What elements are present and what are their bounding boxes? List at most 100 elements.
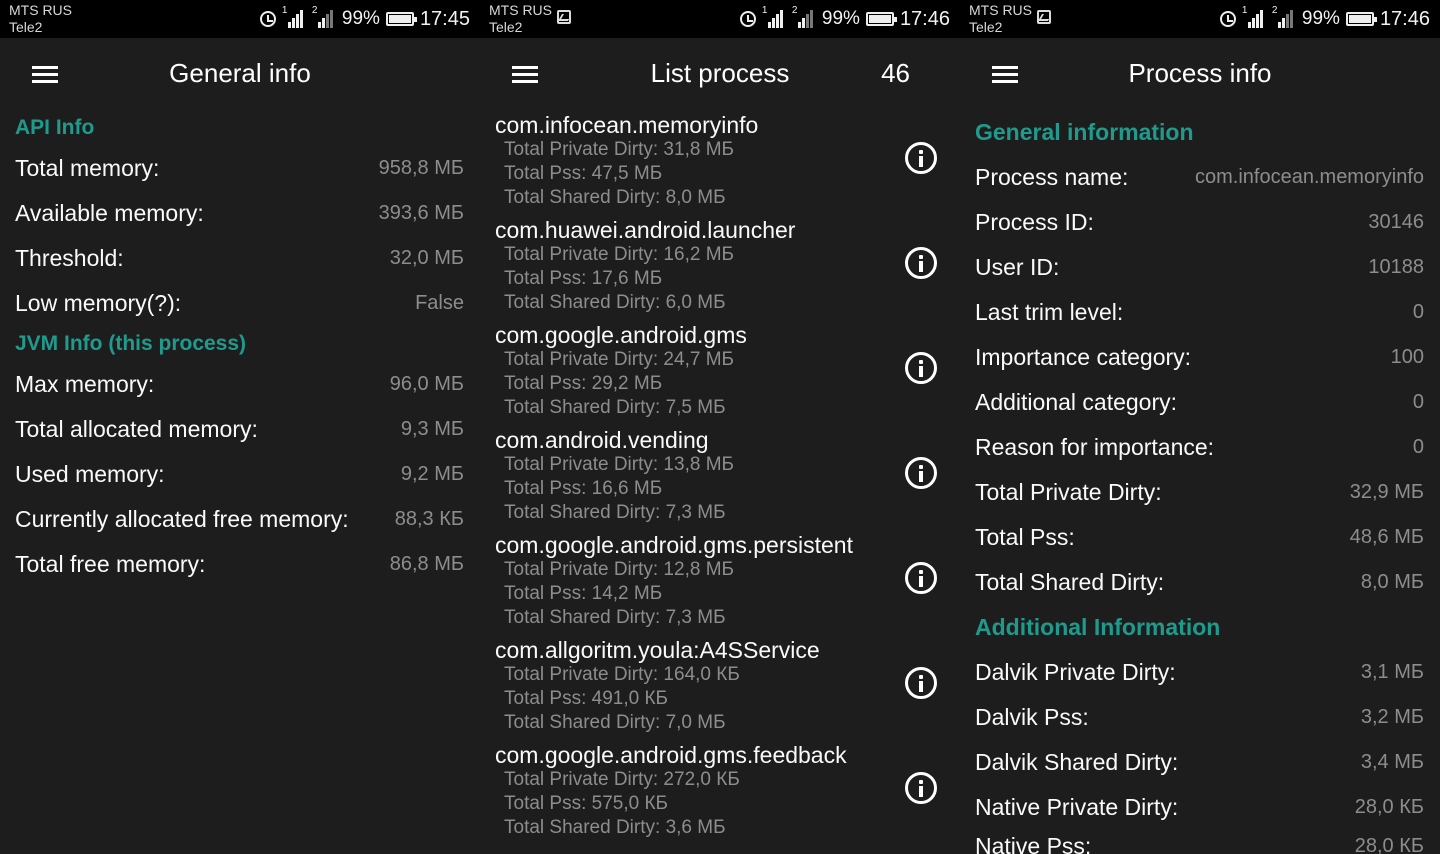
info-icon[interactable] — [905, 562, 937, 594]
process-shared-dirty: Total Shared Dirty: 3,6 МБ — [504, 817, 726, 838]
process-pss: Total Pss: 29,2 МБ — [504, 373, 663, 394]
process-pss: Total Pss: 14,2 МБ — [504, 583, 663, 604]
process-list-item[interactable]: com.infocean.memoryinfo Total Private Di… — [495, 112, 945, 217]
info-row: Process ID: 30146 — [975, 209, 1424, 239]
row-label: Reason for importance: — [975, 434, 1215, 460]
app-bar: List process 46 — [480, 38, 960, 110]
info-icon[interactable] — [905, 352, 937, 384]
info-row: Total free memory: 86,8 МБ — [15, 551, 464, 581]
row-value: 9,2 МБ — [400, 463, 464, 485]
info-row: Reason for importance: 0 — [975, 434, 1424, 464]
signal-sim1-icon: 1 — [1242, 5, 1266, 30]
info-icon[interactable] — [905, 142, 937, 174]
section-heading-jvm-info: JVM Info (this process) — [15, 332, 247, 355]
status-clock: 17:46 — [1379, 7, 1430, 30]
row-label: Total allocated memory: — [15, 416, 258, 442]
process-pss: Total Pss: 491,0 КБ — [504, 688, 669, 709]
info-icon[interactable] — [905, 772, 937, 804]
alarm-icon — [739, 11, 756, 27]
process-name: com.huawei.android.launcher — [495, 217, 796, 243]
process-private-dirty: Total Private Dirty: 16,2 МБ — [504, 244, 734, 265]
process-private-dirty: Total Private Dirty: 12,8 МБ — [504, 559, 734, 580]
signal-sim2-icon: 2 — [792, 5, 816, 30]
signal-sim1-icon: 1 — [762, 5, 786, 30]
info-row: Low memory(?): False — [15, 290, 464, 320]
row-value: 10188 — [1368, 256, 1424, 278]
battery-icon — [865, 12, 897, 26]
row-value: 28,0 КБ — [1354, 796, 1424, 818]
info-row: Total memory: 958,8 МБ — [15, 155, 464, 185]
process-private-dirty: Total Private Dirty: 164,0 КБ — [504, 664, 740, 685]
carrier-primary: MTS RUS — [489, 2, 552, 18]
app-bar: Process info — [960, 38, 1440, 110]
process-list-item[interactable]: com.google.android.gms.persistent Total … — [495, 532, 945, 637]
gallery-notification-icon — [557, 10, 571, 24]
process-private-dirty: Total Private Dirty: 272,0 КБ — [504, 769, 740, 790]
process-list-item[interactable]: com.android.vending Total Private Dirty:… — [495, 427, 945, 532]
battery-percent: 99% — [341, 8, 380, 29]
app-bar: General info — [0, 38, 480, 110]
process-pss: Total Pss: 17,6 МБ — [504, 268, 663, 289]
row-label: Used memory: — [15, 461, 165, 487]
process-list-item[interactable]: com.google.android.gms Total Private Dir… — [495, 322, 945, 427]
process-list-item[interactable]: com.allgoritm.youla:A4SService Total Pri… — [495, 637, 945, 742]
info-row: Max memory: 96,0 МБ — [15, 371, 464, 401]
info-icon[interactable] — [905, 667, 937, 699]
carrier-secondary: Tele2 — [9, 19, 43, 35]
info-row: Dalvik Private Dirty: 3,1 МБ — [975, 659, 1424, 689]
process-name: com.google.android.gms — [495, 322, 747, 348]
row-value: 0 — [1412, 391, 1424, 413]
process-shared-dirty: Total Shared Dirty: 7,3 МБ — [504, 502, 726, 523]
process-name: com.allgoritm.youla:A4SService — [495, 637, 820, 663]
row-value: 30146 — [1368, 211, 1424, 233]
process-name: com.android.vending — [495, 427, 709, 453]
status-bar: MTS RUS Tele2 1 2 99% 17:46 — [480, 0, 960, 38]
row-label: Max memory: — [15, 371, 155, 397]
row-value: 28,0 КБ — [1354, 835, 1424, 854]
info-row: Native Pss: 28,0 КБ — [975, 833, 1424, 854]
row-label: Last trim level: — [975, 299, 1124, 325]
row-value: 32,0 МБ — [389, 247, 464, 269]
info-row: Total Shared Dirty: 8,0 МБ — [975, 569, 1424, 599]
row-value: 48,6 МБ — [1349, 526, 1424, 548]
info-row: Currently allocated free memory: 88,3 КБ — [15, 506, 464, 536]
page-title: Process info — [1128, 58, 1272, 88]
info-icon[interactable] — [905, 457, 937, 489]
info-row: Last trim level: 0 — [975, 299, 1424, 329]
row-value: 9,3 МБ — [400, 418, 464, 440]
carrier-secondary: Tele2 — [969, 19, 1003, 35]
alarm-icon — [259, 11, 276, 27]
section-heading-additional-information: Additional Information — [975, 614, 1221, 640]
gallery-notification-icon — [1037, 10, 1051, 24]
info-icon[interactable] — [905, 247, 937, 279]
row-label: Process name: — [975, 164, 1129, 190]
process-info-screen: MTS RUS Tele2 1 2 99% 17:46 Process info… — [960, 0, 1440, 854]
page-title: General info — [169, 58, 311, 88]
process-list-item[interactable]: com.google.android.gms.feedback Total Pr… — [495, 742, 945, 847]
info-row: User ID: 10188 — [975, 254, 1424, 284]
row-value: 8,0 МБ — [1360, 571, 1424, 593]
row-label: Low memory(?): — [15, 290, 182, 316]
process-pss: Total Pss: 575,0 КБ — [504, 793, 669, 814]
row-value: com.infocean.memoryinfo — [1195, 166, 1424, 188]
row-label: User ID: — [975, 254, 1060, 280]
row-value: 0 — [1412, 436, 1424, 458]
row-label: Additional category: — [975, 389, 1178, 415]
process-private-dirty: Total Private Dirty: 24,7 МБ — [504, 349, 734, 370]
battery-percent: 99% — [1301, 8, 1340, 29]
row-value: 0 — [1412, 301, 1424, 323]
row-value: 3,2 МБ — [1360, 706, 1424, 728]
process-list-item[interactable]: com.huawei.android.launcher Total Privat… — [495, 217, 945, 322]
info-row: Native Private Dirty: 28,0 КБ — [975, 794, 1424, 824]
info-row: Available memory: 393,6 МБ — [15, 200, 464, 230]
list-process-screen: MTS RUS Tele2 1 2 99% 17:46 List process… — [480, 0, 960, 854]
carrier-primary: MTS RUS — [969, 2, 1032, 18]
info-row: Total Pss: 48,6 МБ — [975, 524, 1424, 554]
row-value: 96,0 МБ — [389, 373, 464, 395]
process-shared-dirty: Total Shared Dirty: 7,0 МБ — [504, 712, 726, 733]
row-value: False — [415, 292, 464, 314]
process-shared-dirty: Total Shared Dirty: 6,0 МБ — [504, 292, 726, 313]
row-label: Total free memory: — [15, 551, 206, 577]
row-label: Process ID: — [975, 209, 1094, 235]
process-name: com.infocean.memoryinfo — [495, 112, 759, 138]
